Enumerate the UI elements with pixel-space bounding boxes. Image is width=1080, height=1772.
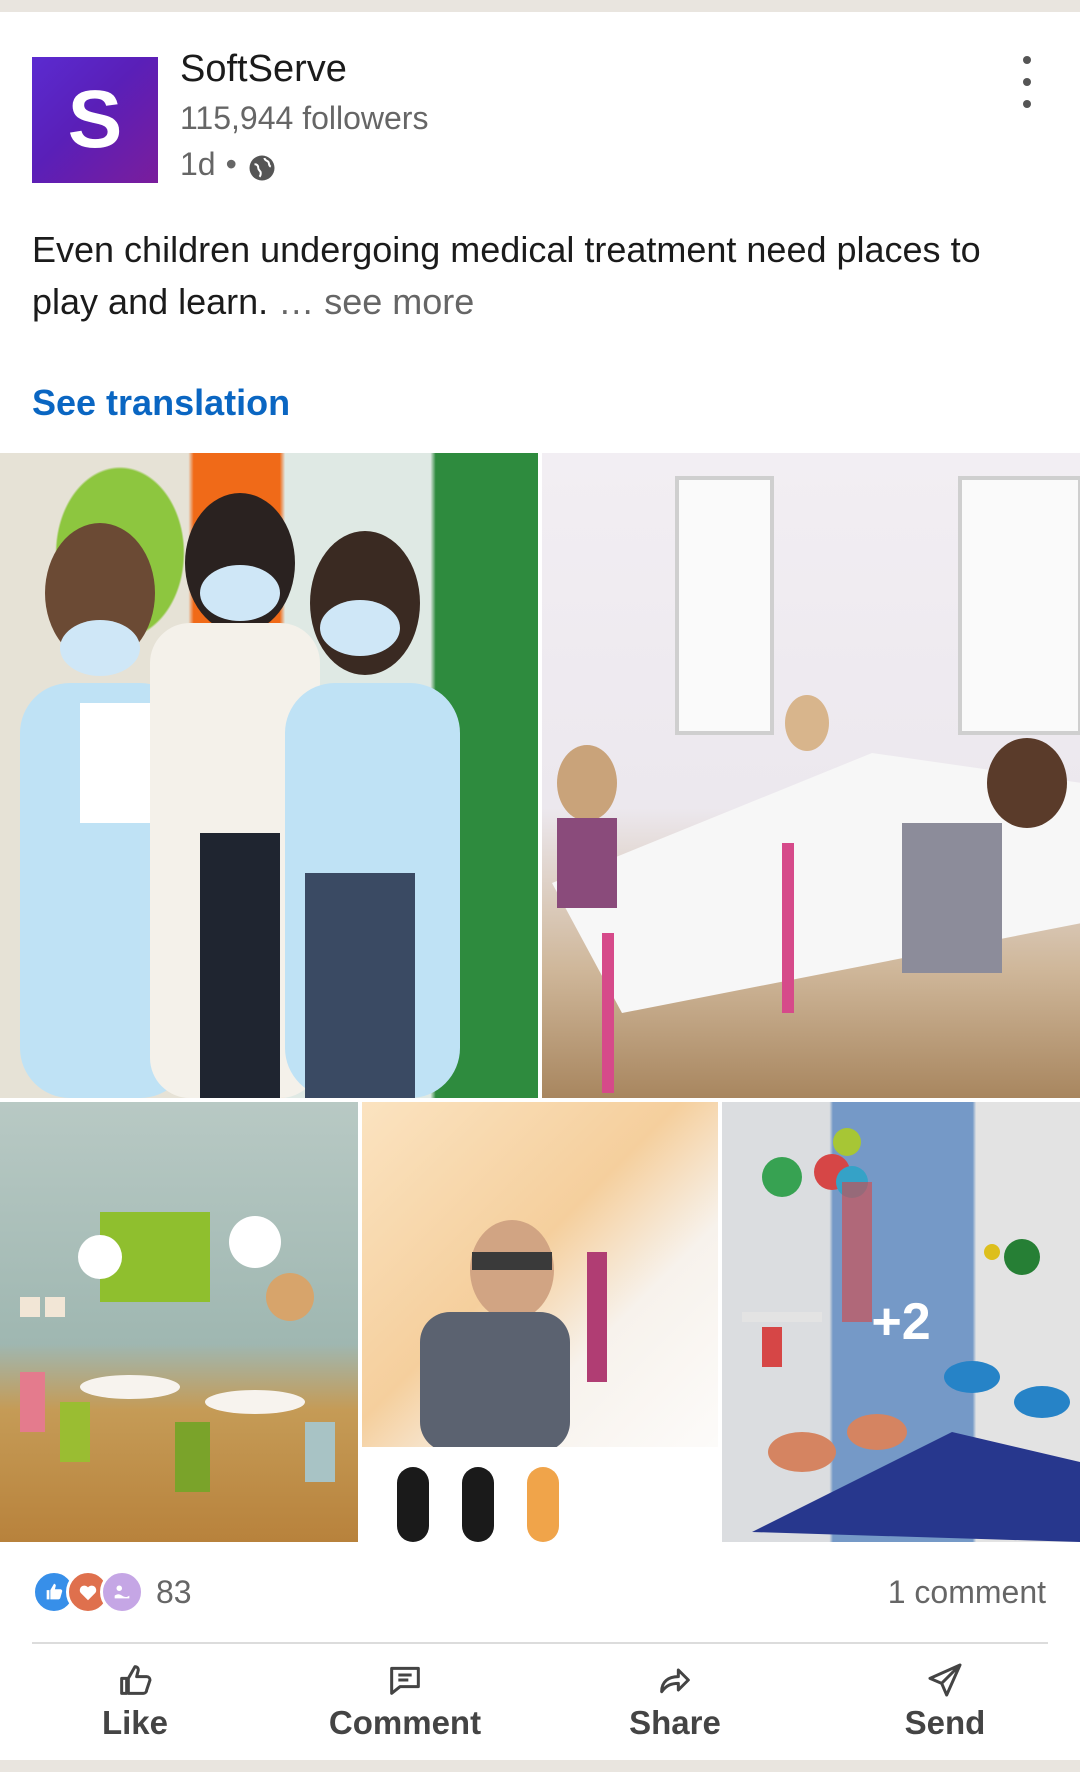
send-button[interactable]: Send	[810, 1654, 1080, 1748]
like-button[interactable]: Like	[0, 1654, 270, 1748]
follower-count: 115,944 followers	[180, 100, 429, 136]
like-label: Like	[101, 1704, 169, 1741]
logo-letter: S	[67, 74, 123, 165]
post-image-1[interactable]	[0, 453, 538, 1098]
see-more-link[interactable]: … see more	[278, 281, 474, 322]
more-options-icon[interactable]	[1012, 56, 1042, 108]
post-image-2[interactable]	[542, 453, 1080, 1098]
post-action-bar: Like Comment Share Send	[0, 1654, 1080, 1748]
comment-label: Comment	[328, 1704, 482, 1741]
comments-count-link[interactable]: 1 comment	[888, 1574, 1046, 1611]
post-body-text: Even children undergoing medical treatme…	[32, 229, 981, 322]
comment-button[interactable]: Comment	[270, 1654, 540, 1748]
post-image-4[interactable]	[362, 1102, 718, 1542]
meta-separator: •	[225, 146, 237, 182]
share-label: Share	[629, 1704, 721, 1741]
share-icon	[660, 1668, 690, 1694]
post-time: 1d	[180, 146, 216, 182]
send-label: Send	[904, 1704, 986, 1741]
company-logo[interactable]: S	[32, 57, 158, 183]
reactions-summary[interactable]: 83	[32, 1570, 192, 1614]
company-name[interactable]: SoftServe	[180, 48, 347, 91]
post-meta: 1d •	[180, 146, 277, 183]
support-reaction-icon	[100, 1570, 144, 1614]
send-icon	[928, 1663, 962, 1697]
like-icon	[120, 1665, 152, 1695]
post-image-3[interactable]	[0, 1102, 358, 1542]
see-translation-link[interactable]: See translation	[32, 382, 290, 424]
comment-icon	[390, 1666, 420, 1695]
share-button[interactable]: Share	[540, 1654, 810, 1748]
divider	[32, 1642, 1048, 1644]
post-text-block: Even children undergoing medical treatme…	[32, 224, 1042, 328]
reactions-count: 83	[156, 1573, 192, 1610]
more-images-overlay[interactable]: +2	[722, 1102, 1080, 1542]
globe-icon	[247, 153, 277, 183]
